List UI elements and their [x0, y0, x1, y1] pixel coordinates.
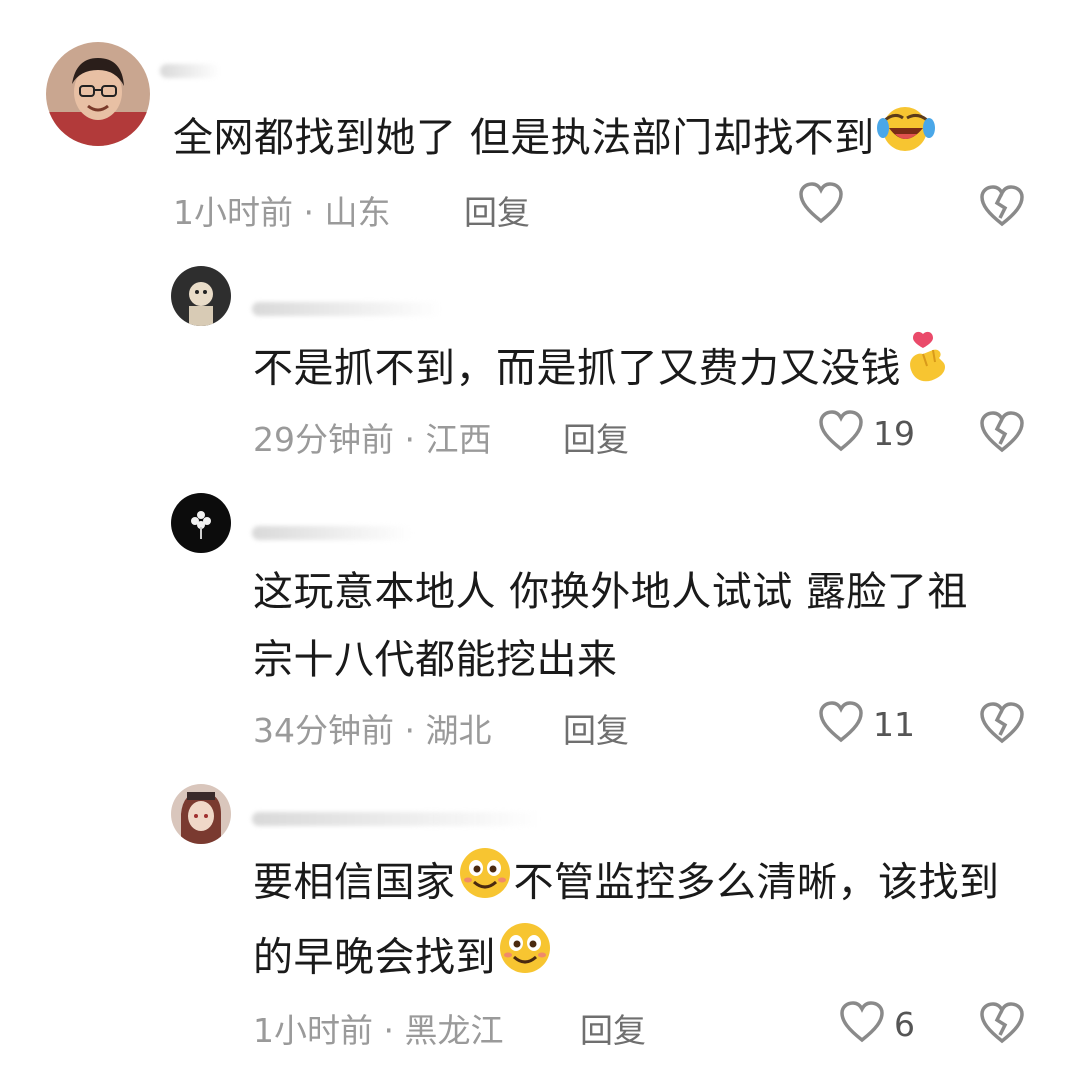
- comment-time: 34分钟前: [253, 711, 394, 750]
- avatar[interactable]: [171, 784, 231, 844]
- comment-location: 江西: [425, 420, 492, 459]
- username-blurred: [252, 526, 412, 540]
- username-blurred: [160, 64, 220, 78]
- comment-text-line-1: 要相信国家 不管监控多么清晰，该找到: [253, 846, 1000, 923]
- avatar[interactable]: [171, 266, 231, 326]
- comment-text-line-2: 宗十八代都能挖出来: [253, 637, 618, 683]
- comment-meta: 29分钟前 · 江西: [253, 413, 492, 461]
- meta-separator: ·: [383, 1011, 395, 1050]
- dislike-button[interactable]: [978, 410, 1026, 458]
- meta-separator: ·: [404, 711, 416, 750]
- heart-icon: [817, 700, 865, 748]
- like-button[interactable]: [797, 181, 845, 229]
- reply-button[interactable]: 回复: [580, 1004, 646, 1052]
- comment-location: 山东: [324, 193, 391, 232]
- meta-separator: ·: [303, 193, 315, 232]
- heart-icon: [817, 409, 865, 457]
- broken-heart-icon: [978, 185, 1026, 232]
- comment-text-line-2: 的早晚会找到: [253, 921, 554, 998]
- like-button[interactable]: 19: [817, 409, 915, 457]
- smile-emoji-icon: [498, 921, 552, 998]
- comment-text-line-1: 这玩意本地人 你换外地人试试 露脸了祖: [253, 569, 968, 615]
- broken-heart-icon: [978, 411, 1026, 458]
- heart-icon: [797, 181, 845, 229]
- comment-location: 湖北: [425, 711, 492, 750]
- dislike-button[interactable]: [978, 1001, 1026, 1049]
- finger-heart-emoji-icon: [903, 330, 951, 411]
- avatar[interactable]: [46, 42, 150, 146]
- like-count: 11: [873, 704, 915, 744]
- comment-meta: 34分钟前 · 湖北: [253, 704, 492, 752]
- comment-time: 1小时前: [173, 193, 293, 232]
- comment-time: 29分钟前: [253, 420, 394, 459]
- comment-list: 全网都找到她了 但是执法部门却找不到 1小时前 · 山东 回复 不是抓不到，而是…: [0, 0, 1080, 1070]
- dislike-button[interactable]: [978, 701, 1026, 749]
- comment-text: 不是抓不到，而是抓了又费力又没钱: [253, 330, 953, 411]
- like-button[interactable]: 11: [817, 700, 915, 748]
- meta-separator: ·: [404, 420, 416, 459]
- like-count: 6: [894, 1004, 915, 1044]
- like-count: 19: [873, 413, 915, 453]
- comment-text: 全网都找到她了 但是执法部门却找不到: [173, 102, 937, 177]
- like-button[interactable]: 6: [838, 1000, 915, 1048]
- dislike-button[interactable]: [978, 184, 1026, 232]
- username-blurred: [252, 812, 542, 826]
- reply-button[interactable]: 回复: [563, 704, 629, 752]
- broken-heart-icon: [978, 1002, 1026, 1049]
- reply-button[interactable]: 回复: [464, 186, 530, 234]
- broken-heart-icon: [978, 702, 1026, 749]
- username-blurred: [252, 302, 442, 316]
- avatar[interactable]: [171, 493, 231, 553]
- heart-icon: [838, 1000, 886, 1048]
- laugh-cry-emoji-icon: [876, 104, 935, 177]
- comment-time: 1小时前: [253, 1011, 373, 1050]
- smile-emoji-icon: [458, 846, 512, 923]
- comment-meta: 1小时前 · 黑龙江: [253, 1004, 504, 1052]
- comment-location: 黑龙江: [404, 1011, 504, 1050]
- reply-button[interactable]: 回复: [563, 413, 629, 461]
- comment-meta: 1小时前 · 山东: [173, 186, 391, 234]
